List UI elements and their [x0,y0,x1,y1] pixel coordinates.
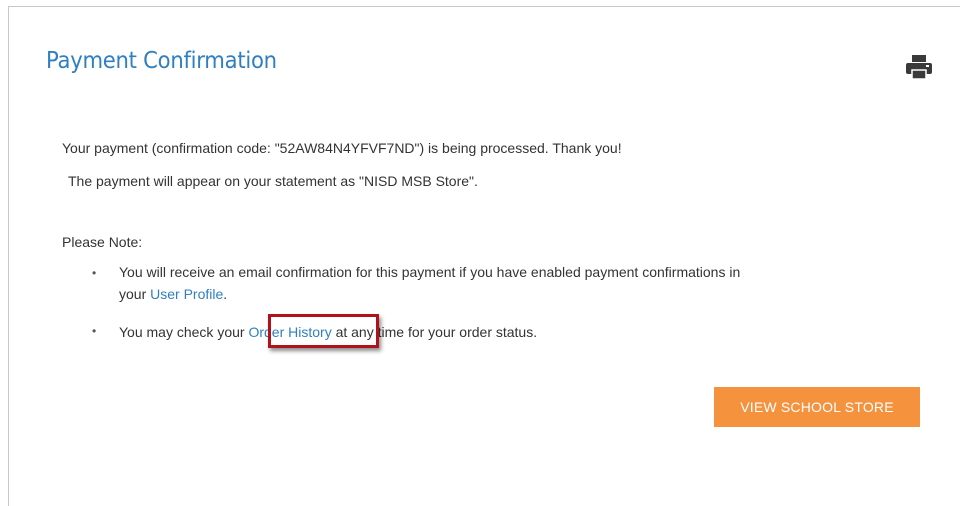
note-item-period: . [223,286,228,302]
page-title: Payment Confirmation [46,48,277,74]
processing-message: Your payment (confirmation code: "52AW84… [62,140,622,156]
payment-confirmation-panel [8,6,960,506]
statement-message: The payment will appear on your statemen… [68,173,478,189]
user-profile-link[interactable]: User Profile [150,286,223,302]
bullet: • [92,266,97,280]
order-history-link[interactable]: Order History [248,323,331,342]
note-item-email-line2: your User Profile. [119,285,227,304]
note-item-text: at any time for your order status. [331,324,538,340]
note-item-text: You may check your [119,324,249,340]
note-item-text: your [119,286,151,302]
note-item-email-line1: You will receive an email confirmation f… [119,264,741,280]
printer-icon[interactable] [905,54,933,80]
note-label: Please Note: [62,234,143,250]
note-item-order-history: You may check your Order History at any … [119,323,537,342]
bullet: • [92,324,97,338]
view-school-store-button[interactable]: VIEW SCHOOL STORE [714,387,920,427]
